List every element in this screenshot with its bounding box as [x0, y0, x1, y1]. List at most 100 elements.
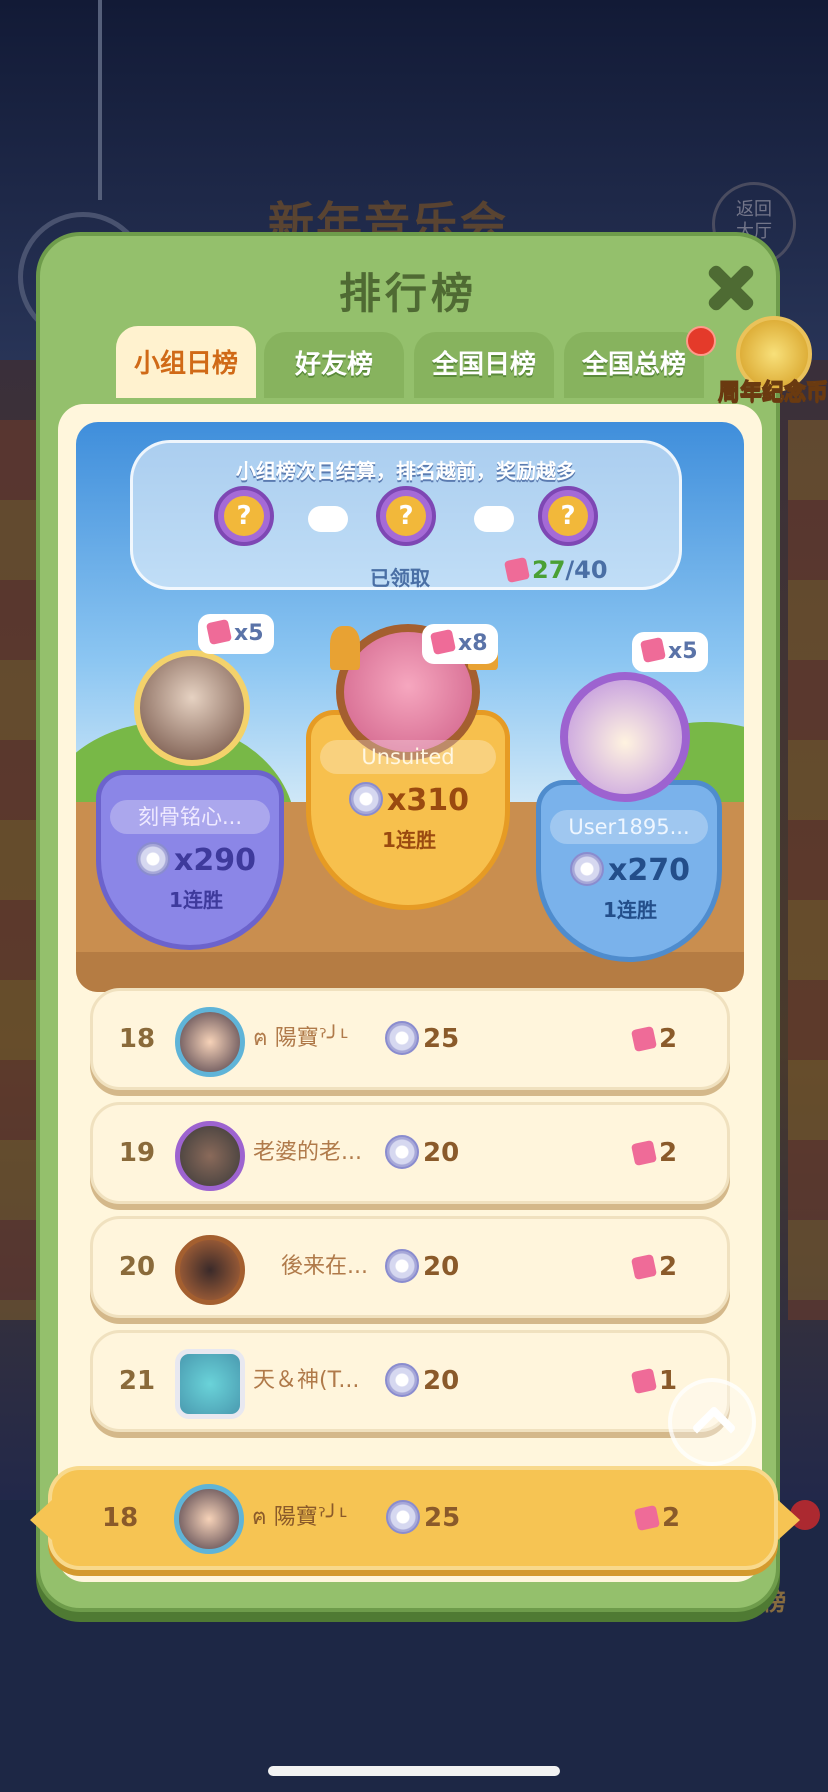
streak: 1连胜	[603, 898, 657, 922]
score: x290	[96, 842, 296, 878]
tab-national-daily[interactable]: 全国日榜	[414, 332, 554, 398]
table-row[interactable]: 19 老婆的老... 20 2	[90, 1102, 730, 1204]
player-name: 老婆的老...	[253, 1140, 362, 1165]
chevron-up-icon	[691, 1405, 737, 1451]
piece-progress: 27/40	[503, 556, 608, 584]
puzzle-piece-icon	[503, 556, 531, 584]
reward-chest-3[interactable]: ?	[538, 486, 598, 546]
streak: 1连胜	[382, 828, 436, 852]
puzzle-piece-icon	[630, 1139, 658, 1167]
progress-current: 27	[532, 556, 566, 584]
pieces-count: x5	[234, 621, 264, 646]
avatar	[134, 650, 250, 766]
pieces: 2	[630, 1219, 678, 1315]
banner-text: 小组榜次日结算，排名越前，奖励越多	[236, 459, 576, 483]
antler-left	[330, 626, 360, 670]
coin-label: 周年纪念币	[717, 380, 828, 406]
scroll-to-top-button[interactable]	[668, 1378, 756, 1466]
tab-bar: 小组日榜 好友榜 全国日榜 全国总榜	[116, 326, 746, 398]
pieces-count: 1	[659, 1366, 678, 1396]
score-value: 20	[423, 1366, 460, 1396]
score: 25	[386, 1470, 460, 1566]
score-value: x270	[608, 853, 690, 888]
pieces-count: 2	[659, 1252, 678, 1282]
my-rank-bar[interactable]: 18 ฅ 陽寶ˀ╯ᒻ 25 2	[30, 1466, 800, 1570]
puzzle-piece-icon	[630, 1025, 658, 1053]
pieces-count: x5	[668, 639, 698, 664]
puzzle-piece-icon	[630, 1367, 658, 1395]
ranking-list[interactable]: 18 ฅ 陽寶ˀ╯ᒻ 25 2 19 老婆的老... 20 2 20 後来在..…	[90, 988, 730, 1442]
podium-first[interactable]: x8 Unsuited x310 1连胜	[306, 610, 512, 920]
panel-title: 排行榜	[338, 269, 477, 318]
table-row[interactable]: 21 天＆神(T... 20 1	[90, 1330, 730, 1432]
score: 20	[385, 1219, 459, 1315]
score: 25	[385, 991, 459, 1087]
pieces-bubble: x5	[198, 614, 274, 654]
puzzle-piece-icon	[205, 618, 233, 646]
table-row[interactable]: 18 ฅ 陽寶ˀ╯ᒻ 25 2	[90, 988, 730, 1090]
background-decor-right	[788, 420, 828, 1320]
avatar	[175, 1121, 245, 1191]
player-name: 後来在...	[281, 1254, 368, 1279]
puzzle-piece-icon	[630, 1253, 658, 1281]
score: 20	[385, 1105, 459, 1201]
player-name: User1895...	[550, 810, 708, 844]
pieces-count: 2	[662, 1503, 681, 1533]
disc-icon	[385, 1135, 419, 1169]
commemorative-coin-button[interactable]: 周年纪念币	[717, 316, 828, 412]
question-mark: ?	[386, 496, 426, 536]
tab-friends[interactable]: 好友榜	[264, 332, 404, 398]
avatar	[560, 672, 690, 802]
tab-notification-dot	[686, 326, 716, 356]
table-row[interactable]: 20 後来在... 20 2	[90, 1216, 730, 1318]
rank: 19	[118, 1138, 156, 1168]
avatar	[175, 1235, 245, 1305]
podium-second[interactable]: x5 刻骨铭心... x290 1连胜	[96, 614, 296, 950]
avatar	[175, 1007, 245, 1077]
disc-icon	[570, 852, 604, 886]
pieces-count: 2	[659, 1024, 678, 1054]
pieces-count: 2	[659, 1138, 678, 1168]
pieces-bubble: x8	[422, 624, 498, 664]
tab-national-total[interactable]: 全国总榜	[564, 332, 704, 398]
background-decor-left	[0, 420, 40, 1320]
streak: 1连胜	[169, 888, 223, 912]
score: x310	[306, 782, 512, 818]
disc-icon	[385, 1363, 419, 1397]
pieces: 2	[630, 1105, 678, 1201]
score-value: 20	[423, 1252, 460, 1282]
puzzle-piece-icon	[429, 628, 457, 656]
pieces: 2	[630, 991, 678, 1087]
avatar	[175, 1349, 245, 1419]
score-value: 20	[423, 1138, 460, 1168]
tab-group-daily[interactable]: 小组日榜	[116, 326, 256, 398]
arrow-icon	[308, 506, 348, 532]
score-value: 25	[424, 1503, 461, 1533]
pieces-bubble: x5	[632, 632, 708, 672]
score-value: x310	[387, 783, 469, 818]
disc-icon	[136, 842, 170, 876]
question-mark: ?	[548, 496, 588, 536]
score-value: x290	[174, 843, 256, 878]
progress-total: /40	[565, 556, 608, 584]
player-name: ฅ 陽寶ˀ╯ᒻ	[253, 1026, 349, 1051]
puzzle-piece-icon	[639, 636, 667, 664]
podium-third[interactable]: x5 User1895... x270 1连胜	[536, 630, 724, 970]
reward-chest-1[interactable]: ?	[214, 486, 274, 546]
disc-icon	[385, 1249, 419, 1283]
player-name: 刻骨铭心...	[110, 800, 270, 834]
player-name: Unsuited	[320, 740, 496, 774]
disc-icon	[386, 1500, 420, 1534]
player-name: 天＆神(T...	[253, 1368, 360, 1393]
score-value: 25	[423, 1024, 460, 1054]
rank: 20	[118, 1252, 156, 1282]
rank: 18	[118, 1024, 156, 1054]
close-icon[interactable]	[700, 258, 760, 318]
avatar	[174, 1484, 244, 1554]
puzzle-piece-icon	[633, 1504, 661, 1532]
pieces: 2	[633, 1470, 681, 1566]
home-indicator[interactable]	[268, 1766, 560, 1776]
reward-chest-2[interactable]: ?	[376, 486, 436, 546]
score: 20	[385, 1333, 459, 1429]
question-mark: ?	[224, 496, 264, 536]
